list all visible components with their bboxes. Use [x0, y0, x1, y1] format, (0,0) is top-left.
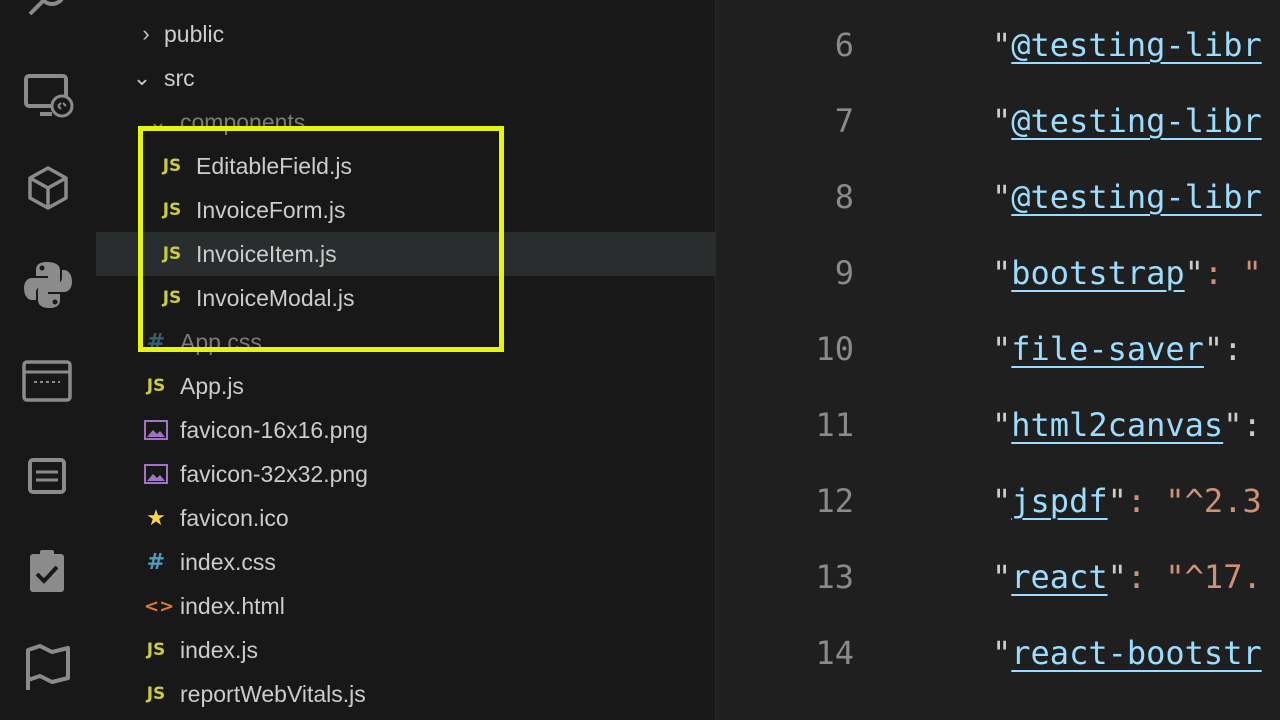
- json-rest: :: [1242, 406, 1262, 444]
- js-file-icon: JS: [146, 376, 166, 396]
- json-key: react: [1011, 558, 1108, 596]
- tree-item-label: index.css: [180, 548, 276, 575]
- line-number: 11: [815, 406, 854, 444]
- json-key: file-saver: [1011, 330, 1204, 368]
- tree-item-label: public: [164, 20, 225, 47]
- code-line: 7 "@testing-libr: [716, 102, 1280, 178]
- json-key: @testing-libr: [1011, 26, 1262, 64]
- js-file-icon: JS: [146, 684, 166, 704]
- tree-item-label: index.html: [180, 592, 285, 619]
- testing-icon[interactable]: [20, 544, 76, 600]
- json-key: bootstrap: [1011, 254, 1185, 292]
- tree-item-label: InvoiceItem.js: [196, 240, 337, 267]
- image-file-icon: [144, 420, 168, 440]
- line-number: 7: [834, 102, 854, 140]
- tree-item-label: src: [164, 64, 195, 91]
- css-file-icon: #: [146, 329, 166, 355]
- tree-item-invoicemodal[interactable]: JS InvoiceModal.js: [96, 276, 715, 320]
- tree-item-label: App.js: [180, 372, 244, 399]
- tree-item-index-js[interactable]: JS index.js: [96, 628, 715, 672]
- line-number: 9: [834, 254, 854, 292]
- chevron-down-icon: ⌄: [132, 65, 152, 90]
- code-line: 9 "bootstrap": ": [716, 254, 1280, 330]
- tree-item-index-css[interactable]: # index.css: [96, 540, 715, 584]
- activity-bar: [0, 0, 96, 720]
- json-value: : "^2.3: [1126, 482, 1262, 520]
- code-editor[interactable]: 6 "@testing-libr 7 "@testing-libr 8 "@te…: [716, 0, 1280, 720]
- js-file-icon: JS: [162, 244, 182, 264]
- tree-item-public[interactable]: › public: [96, 12, 715, 56]
- remote-window-icon[interactable]: [20, 352, 76, 408]
- tree-item-favicon-16[interactable]: favicon-16x16.png: [96, 408, 715, 452]
- tree-item-label: InvoiceModal.js: [196, 284, 355, 311]
- line-number: 12: [815, 482, 854, 520]
- tree-item-invoiceitem[interactable]: JS InvoiceItem.js: [96, 232, 715, 276]
- tree-item-editablefield[interactable]: JS EditableField.js: [96, 144, 715, 188]
- line-number: 14: [815, 634, 854, 672]
- tree-item-label: EditableField.js: [196, 152, 352, 179]
- panel-icon[interactable]: [20, 448, 76, 504]
- chevron-right-icon: ›: [142, 21, 150, 46]
- line-number: 13: [815, 558, 854, 596]
- code-line: 14 "react-bootstr: [716, 634, 1280, 710]
- tree-item-index-html[interactable]: <> index.html: [96, 584, 715, 628]
- tree-item-label: favicon-32x32.png: [180, 460, 368, 487]
- tree-item-reportwebvitals[interactable]: JS reportWebVitals.js: [96, 672, 715, 716]
- code-line: 13 "react": "^17.: [716, 558, 1280, 634]
- code-line: 8 "@testing-libr: [716, 178, 1280, 254]
- tree-item-label: InvoiceForm.js: [196, 196, 346, 223]
- json-key: @testing-libr: [1011, 178, 1262, 216]
- file-explorer: › public ⌄ src ⌄ components JS EditableF…: [96, 0, 716, 720]
- line-number: 8: [834, 178, 854, 216]
- code-line: 10 "file-saver":: [716, 330, 1280, 406]
- star-icon: ★: [146, 505, 166, 531]
- tree-item-label: reportWebVitals.js: [180, 680, 366, 707]
- js-file-icon: JS: [162, 156, 182, 176]
- js-file-icon: JS: [146, 640, 166, 660]
- remote-explorer-icon[interactable]: [20, 70, 76, 126]
- line-number: 6: [834, 26, 854, 64]
- tree-item-label: components: [180, 108, 306, 135]
- css-file-icon: #: [146, 549, 166, 575]
- tree-item-label: favicon-16x16.png: [180, 416, 368, 443]
- json-key: html2canvas: [1011, 406, 1224, 444]
- tree-item-label: App.css: [180, 328, 262, 355]
- tree-item-app-js[interactable]: JS App.js: [96, 364, 715, 408]
- tree-item-components[interactable]: ⌄ components: [96, 100, 715, 144]
- tree-item-favicon-32[interactable]: favicon-32x32.png: [96, 452, 715, 496]
- search-icon[interactable]: [20, 0, 76, 34]
- html-file-icon: <>: [144, 595, 175, 617]
- code-line: 12 "jspdf": "^2.3: [716, 482, 1280, 558]
- json-value: : "^17.: [1126, 558, 1262, 596]
- image-file-icon: [144, 464, 168, 484]
- line-number: 10: [815, 330, 854, 368]
- json-value: : ": [1203, 254, 1262, 292]
- tree-item-label: favicon.ico: [180, 504, 289, 531]
- chevron-down-icon: ⌄: [148, 109, 168, 134]
- json-key: @testing-libr: [1011, 102, 1262, 140]
- json-rest: :: [1223, 330, 1243, 368]
- flag-icon[interactable]: [20, 640, 76, 696]
- js-file-icon: JS: [162, 200, 182, 220]
- python-icon[interactable]: [20, 256, 76, 312]
- tree-item-app-css[interactable]: # App.css: [96, 320, 715, 364]
- code-line: 11 "html2canvas":: [716, 406, 1280, 482]
- json-key: jspdf: [1011, 482, 1108, 520]
- tree-item-src[interactable]: ⌄ src: [96, 56, 715, 100]
- tree-item-invoiceform[interactable]: JS InvoiceForm.js: [96, 188, 715, 232]
- json-key: react-bootstr: [1011, 634, 1262, 672]
- js-file-icon: JS: [162, 288, 182, 308]
- tree-item-label: index.js: [180, 636, 258, 663]
- tree-item-favicon-ico[interactable]: ★ favicon.ico: [96, 496, 715, 540]
- extensions-icon[interactable]: [20, 160, 76, 216]
- code-line: 6 "@testing-libr: [716, 26, 1280, 102]
